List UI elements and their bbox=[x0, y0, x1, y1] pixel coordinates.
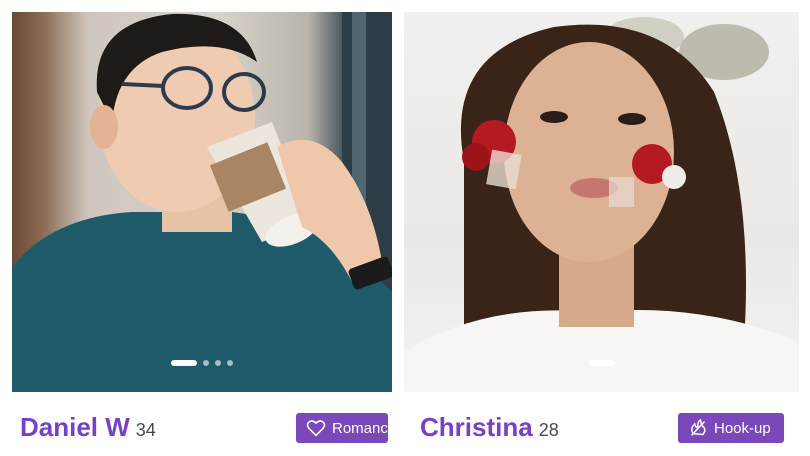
pagination-dot-active[interactable] bbox=[588, 360, 615, 366]
intent-tag[interactable]: Hook-up bbox=[678, 413, 784, 443]
profile-name[interactable]: Christina 28 bbox=[420, 412, 559, 443]
profile-photo[interactable] bbox=[404, 12, 799, 392]
profile-card[interactable]: Daniel W34 Romance bbox=[0, 0, 400, 456]
photo-pagination[interactable] bbox=[12, 360, 392, 366]
profile-age: 28 bbox=[538, 420, 559, 440]
flame-slash-icon bbox=[690, 419, 706, 436]
profile-age: 34 bbox=[135, 420, 156, 440]
intent-tag-label: Romance bbox=[332, 419, 388, 437]
profile-name-text[interactable]: Christina bbox=[420, 412, 533, 442]
profile-name-text[interactable]: Daniel W bbox=[20, 412, 130, 442]
photo-pagination[interactable] bbox=[404, 360, 799, 366]
pagination-dot-active[interactable] bbox=[171, 360, 197, 366]
heart-outline-icon bbox=[306, 420, 326, 437]
profile-photo-illustration bbox=[404, 17, 799, 392]
profile-info: Daniel W34 Romance bbox=[0, 404, 400, 456]
profile-name[interactable]: Daniel W 34 bbox=[20, 412, 156, 443]
profile-photo[interactable] bbox=[12, 12, 392, 392]
pagination-dot[interactable] bbox=[203, 360, 209, 366]
profile-photo-illustration bbox=[12, 12, 392, 392]
profile-card[interactable]: Christina 28 Hook-up bbox=[400, 0, 810, 456]
intent-tag[interactable]: Romance bbox=[296, 413, 388, 443]
intent-tag-label: Hook-up bbox=[714, 419, 771, 437]
pagination-dot[interactable] bbox=[227, 360, 233, 366]
profile-info: Christina 28 Hook-up bbox=[400, 404, 810, 456]
pagination-dot[interactable] bbox=[215, 360, 221, 366]
